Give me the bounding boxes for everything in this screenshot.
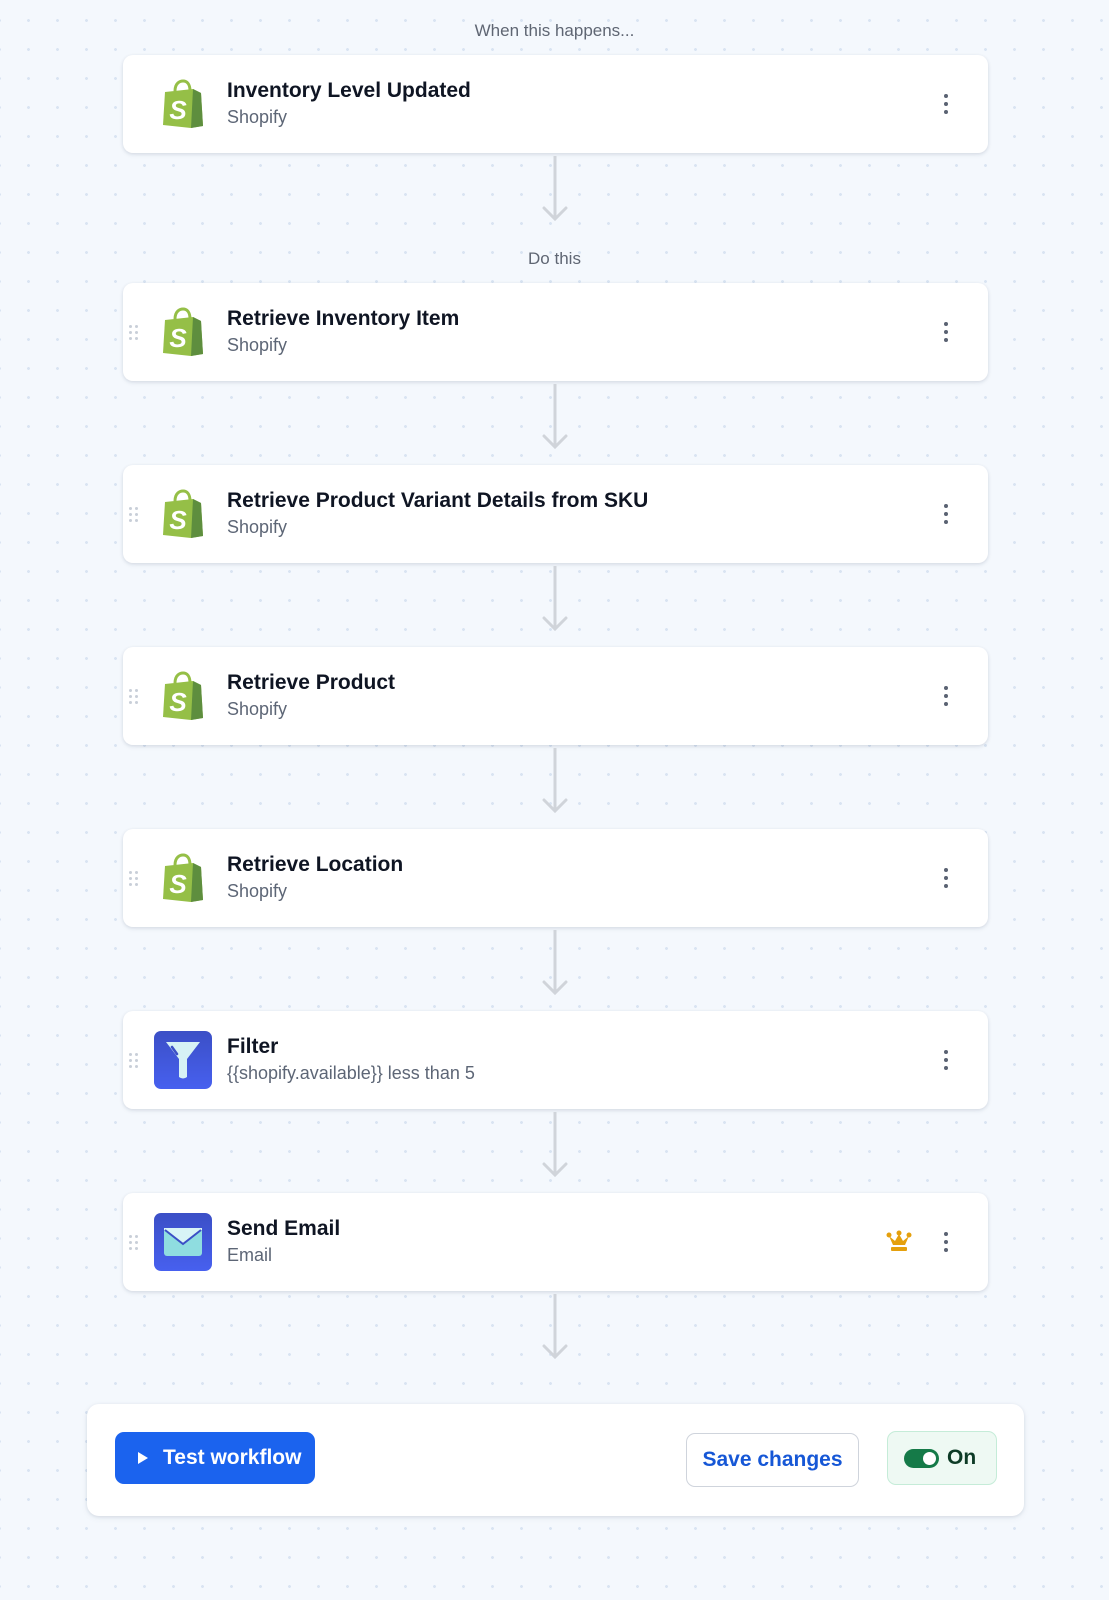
step-title: Retrieve Location <box>227 853 404 876</box>
test-workflow-label: Test workflow <box>163 1446 302 1469</box>
svg-text:S: S <box>169 687 187 717</box>
trigger-section-label: When this happens... <box>474 21 635 40</box>
step-subtitle: {{shopify.available}} less than 5 <box>227 1063 475 1083</box>
step-subtitle: Shopify <box>227 517 288 537</box>
drag-handle-icon[interactable] <box>129 871 141 887</box>
connector-arrow-icon <box>542 1112 568 1178</box>
play-icon <box>138 1452 148 1464</box>
svg-text:S: S <box>169 323 187 353</box>
step-card[interactable]: Filter {{shopify.available}} less than 5 <box>123 1011 988 1109</box>
more-vertical-icon <box>944 868 948 872</box>
email-envelope-icon <box>154 1213 212 1271</box>
premium-crown-icon <box>886 1230 912 1252</box>
test-workflow-button[interactable]: Test workflow <box>115 1432 315 1484</box>
step-card[interactable]: S Retrieve Product Variant Details from … <box>123 465 988 563</box>
step-title: Filter <box>227 1035 279 1058</box>
step-card[interactable]: Send Email Email <box>123 1193 988 1291</box>
workflow-on-toggle[interactable]: On <box>887 1431 997 1485</box>
shopify-bag-icon: S <box>154 485 212 543</box>
connector-arrow-icon <box>542 748 568 814</box>
step-card[interactable]: S Retrieve Product Shopify <box>123 647 988 745</box>
step-more-menu-button[interactable] <box>934 863 958 893</box>
step-title: Retrieve Product <box>227 671 396 694</box>
shopify-bag-icon: S <box>154 667 212 725</box>
connector-arrow-icon <box>542 156 568 222</box>
step-subtitle: Shopify <box>227 335 288 355</box>
more-vertical-icon <box>944 686 948 690</box>
actions-section-label: Do this <box>528 249 581 268</box>
svg-text:S: S <box>169 869 187 899</box>
step-more-menu-button[interactable] <box>934 317 958 347</box>
svg-text:S: S <box>169 95 187 125</box>
step-subtitle: Shopify <box>227 699 288 719</box>
step-subtitle: Shopify <box>227 881 288 901</box>
step-more-menu-button[interactable] <box>934 1227 958 1257</box>
step-title: Send Email <box>227 1217 341 1240</box>
trigger-app: Shopify <box>227 107 288 127</box>
trigger-card[interactable]: S Inventory Level Updated Shopify <box>123 55 988 153</box>
step-subtitle: Email <box>227 1245 273 1265</box>
shopify-bag-icon: S <box>154 75 212 133</box>
save-changes-button[interactable]: Save changes <box>686 1433 859 1487</box>
drag-handle-icon[interactable] <box>129 507 141 523</box>
more-vertical-icon <box>944 1232 948 1236</box>
step-title: Retrieve Inventory Item <box>227 307 460 330</box>
toggle-knob <box>923 1451 936 1465</box>
drag-handle-icon[interactable] <box>129 689 141 705</box>
drag-handle-icon[interactable] <box>129 1053 141 1069</box>
step-card[interactable]: S Retrieve Location Shopify <box>123 829 988 927</box>
step-more-menu-button[interactable] <box>934 499 958 529</box>
svg-text:S: S <box>169 505 187 535</box>
toggle-label: On <box>947 1446 977 1469</box>
step-more-menu-button[interactable] <box>934 681 958 711</box>
step-more-menu-button[interactable] <box>934 1045 958 1075</box>
drag-handle-icon[interactable] <box>129 1235 141 1251</box>
more-vertical-icon <box>944 322 948 326</box>
step-title: Retrieve Product Variant Details from SK… <box>227 489 649 512</box>
connector-arrow-icon <box>542 1294 568 1360</box>
more-vertical-icon <box>944 1050 948 1054</box>
connector-arrow-icon <box>542 566 568 632</box>
workflow-action-bar: Test workflow Save changes On <box>87 1404 1024 1516</box>
filter-funnel-icon <box>154 1031 212 1089</box>
trigger-more-menu-button[interactable] <box>934 89 958 119</box>
connector-arrow-icon <box>542 384 568 450</box>
shopify-bag-icon: S <box>154 849 212 907</box>
toggle-switch[interactable] <box>904 1448 939 1468</box>
step-card[interactable]: S Retrieve Inventory Item Shopify <box>123 283 988 381</box>
shopify-bag-icon: S <box>154 303 212 361</box>
trigger-title: Inventory Level Updated <box>227 79 471 102</box>
more-vertical-icon <box>944 94 948 98</box>
drag-handle-icon[interactable] <box>129 325 141 341</box>
more-vertical-icon <box>944 504 948 508</box>
connector-arrow-icon <box>542 930 568 996</box>
